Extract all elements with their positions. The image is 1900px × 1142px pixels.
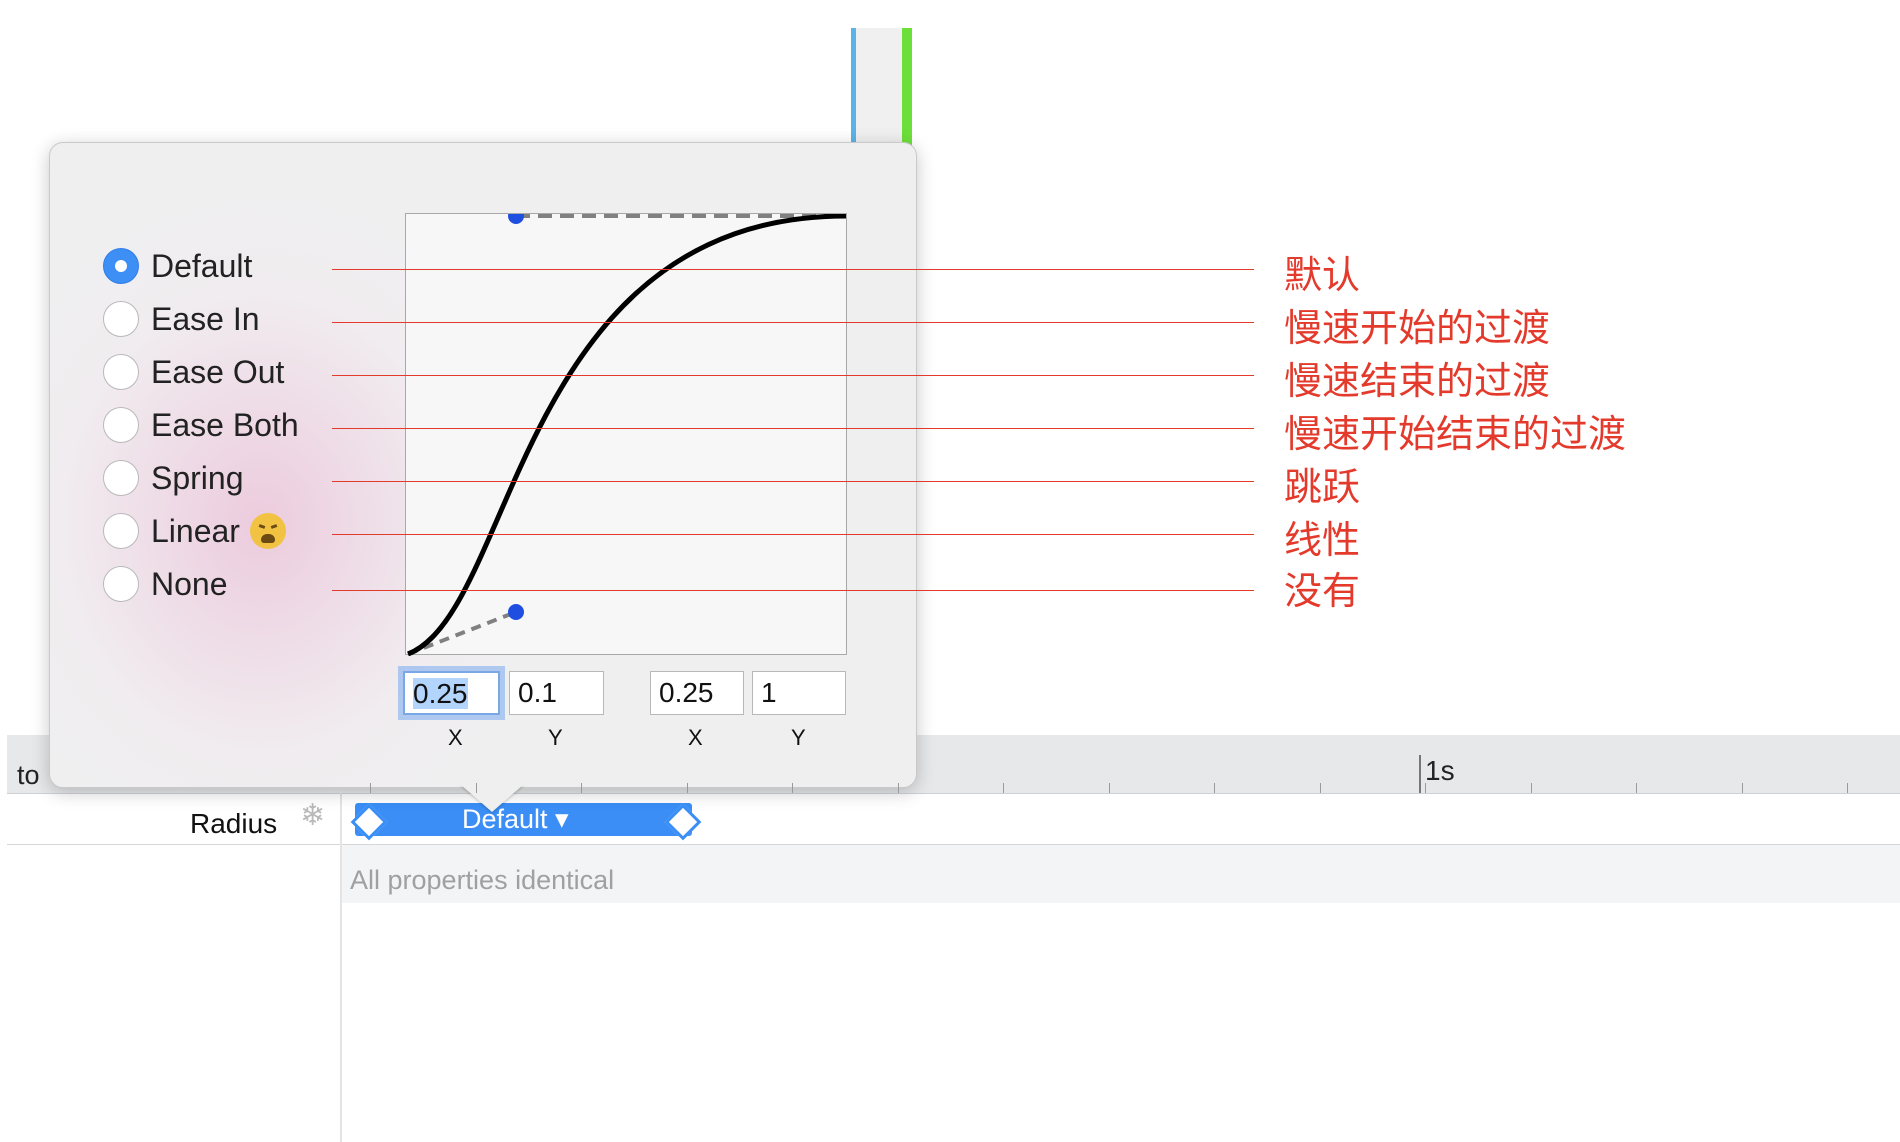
- option-label: Ease Both: [151, 406, 299, 443]
- ruler-tick: [1847, 783, 1848, 793]
- option-ease-in[interactable]: Ease In: [103, 297, 260, 341]
- ruler-tick: [687, 783, 688, 793]
- control-point-1: [508, 604, 524, 620]
- ruler-tick: [792, 783, 793, 793]
- annotation-line: [332, 375, 1254, 376]
- p2-y-label: Y: [791, 725, 806, 750]
- radio-icon[interactable]: [103, 407, 139, 443]
- ruler-tick: [476, 783, 477, 793]
- annotation-default: 默认: [1284, 253, 1361, 297]
- radio-icon[interactable]: [103, 566, 139, 602]
- ruler-tick: [1214, 783, 1215, 793]
- ruler-tick: [1531, 783, 1532, 793]
- p1-x-label: X: [448, 725, 463, 750]
- annotation-line: [332, 428, 1254, 429]
- option-ease-both[interactable]: Ease Both: [103, 403, 299, 447]
- option-label: Spring: [151, 459, 244, 496]
- option-label: Linear: [151, 512, 240, 549]
- annotation-ease-both: 慢速开始结束的过渡: [1284, 412, 1627, 456]
- option-none[interactable]: None: [103, 562, 228, 606]
- curve-graph[interactable]: [405, 213, 847, 656]
- ruler-tick: [898, 783, 899, 793]
- option-spring[interactable]: Spring: [103, 456, 244, 500]
- radio-icon[interactable]: [103, 460, 139, 496]
- control-handle-line-bottom: [407, 610, 517, 656]
- p2-x-label: X: [688, 725, 703, 750]
- weary-face-icon: [249, 513, 286, 549]
- ruler-tick: [370, 783, 371, 793]
- annotation-ease-out: 慢速结束的过渡: [1284, 359, 1551, 403]
- property-label-radius: Radius: [190, 808, 278, 839]
- ruler-tick: [581, 783, 582, 793]
- annotation-ease-in: 慢速开始的过渡: [1284, 306, 1551, 350]
- ruler-tick: [1425, 783, 1426, 793]
- radio-icon[interactable]: [103, 513, 139, 549]
- annotation-spring: 跳跃: [1284, 465, 1361, 509]
- annotation-none: 没有: [1284, 569, 1361, 613]
- p1-x-input[interactable]: 0.25: [403, 671, 500, 715]
- control-point-2: [508, 214, 524, 224]
- p2-y-input[interactable]: 1: [752, 671, 846, 715]
- ruler-second-marker: [1419, 755, 1421, 793]
- annotation-line: [332, 590, 1254, 591]
- ruler-tick: [1636, 783, 1637, 793]
- option-label: Ease In: [151, 300, 260, 337]
- option-linear[interactable]: Linear: [103, 509, 286, 553]
- p1-y-label: Y: [548, 725, 563, 750]
- option-label: Ease Out: [151, 353, 285, 390]
- option-label: Default: [151, 247, 253, 284]
- p1-x-value: 0.25: [413, 678, 468, 709]
- radio-icon[interactable]: [103, 354, 139, 390]
- identical-properties-text: All properties identical: [350, 865, 615, 895]
- ruler-tick: [1003, 783, 1004, 793]
- ruler-tick: [1742, 783, 1743, 793]
- radio-icon[interactable]: [103, 301, 139, 337]
- row-divider: [7, 844, 1900, 845]
- annotation-line: [332, 269, 1254, 270]
- ruler-start-label: to: [17, 760, 40, 790]
- annotation-line: [332, 534, 1254, 535]
- option-ease-out[interactable]: Ease Out: [103, 350, 284, 394]
- annotation-line: [332, 481, 1254, 482]
- ruler-tick: [1109, 783, 1110, 793]
- option-default[interactable]: Default: [103, 244, 252, 288]
- p2-x-input[interactable]: 0.25: [650, 671, 744, 715]
- annotation-linear: 线性: [1284, 518, 1361, 562]
- bezier-curve: [407, 214, 847, 656]
- ruler-second-label: 1s: [1425, 755, 1455, 786]
- p1-y-input[interactable]: 0.1: [509, 671, 604, 715]
- option-label: None: [151, 565, 228, 602]
- ruler-tick: [1320, 783, 1321, 793]
- column-divider: [340, 793, 342, 1142]
- snowflake-icon[interactable]: ❄: [300, 798, 325, 833]
- popover-arrow: [460, 784, 524, 812]
- radio-selected-icon[interactable]: [103, 248, 139, 284]
- annotation-line: [332, 322, 1254, 323]
